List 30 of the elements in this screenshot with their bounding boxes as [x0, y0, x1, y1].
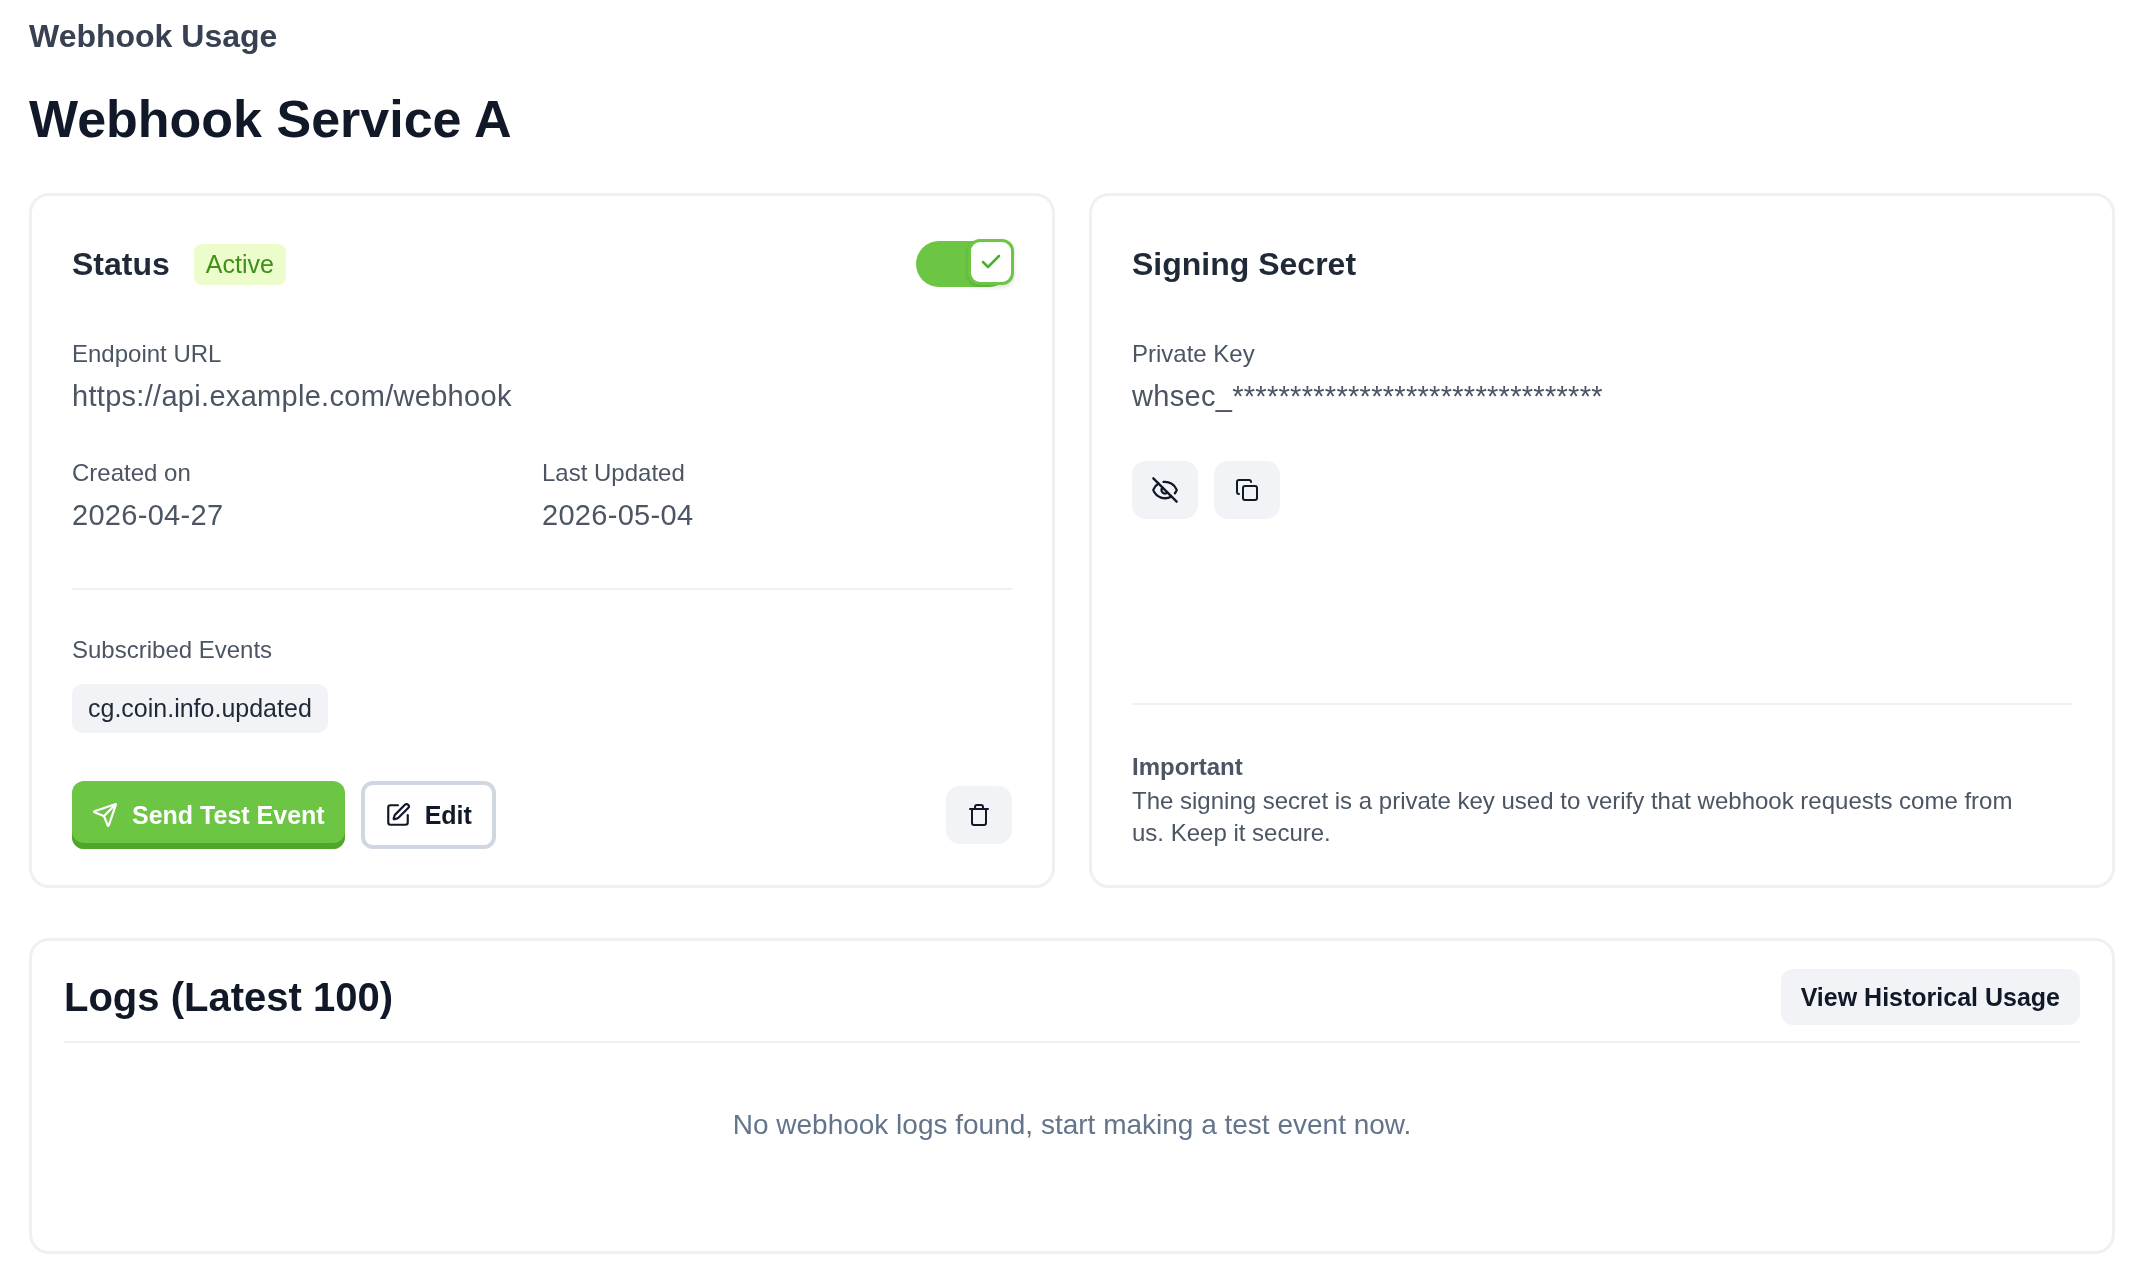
field-label: Private Key [1132, 340, 1256, 368]
field-label: Endpoint URL [72, 340, 223, 368]
delete-button[interactable] [946, 786, 1012, 844]
note-title: Important [1132, 753, 1244, 781]
field-value: 2026-04-27 [72, 499, 225, 532]
page-title: Webhook Service A [29, 89, 513, 149]
visibility-toggle-button[interactable] [1132, 461, 1198, 519]
field-value: 2026-05-04 [542, 499, 695, 532]
card-title: Logs (Latest 100) [64, 974, 393, 1020]
event-tag: cg.coin.info.updated [72, 684, 328, 733]
field-label: Last Updated [542, 459, 686, 487]
eye-off-icon [1151, 476, 1179, 504]
card-title: Signing Secret [1132, 245, 1357, 283]
status-badge: Active [193, 243, 286, 285]
status-toggle[interactable] [916, 241, 1012, 287]
note-text: The signing secret is a private key used to verify that webhook requests come from us. Keep it secure. [1132, 786, 2014, 848]
view-historical-usage-button[interactable]: View Historical Usage [1780, 969, 2080, 1025]
card-title: Status [72, 245, 170, 283]
edit-button[interactable]: Edit [360, 781, 496, 849]
field-label: Created on [72, 459, 192, 487]
copy-button[interactable] [1214, 461, 1280, 519]
empty-message: No webhook logs found, start making a test event now. [731, 1109, 1413, 1141]
send-icon [92, 802, 118, 828]
edit-icon [384, 802, 411, 828]
secret-value: whsec_******************************** [1132, 380, 1604, 413]
field-label: Subscribed Events [72, 636, 274, 664]
breadcrumb: Webhook Usage [29, 18, 279, 55]
copy-icon [1235, 478, 1259, 502]
field-value: https://api.example.com/webhook [72, 380, 513, 413]
trash-icon [967, 803, 991, 827]
